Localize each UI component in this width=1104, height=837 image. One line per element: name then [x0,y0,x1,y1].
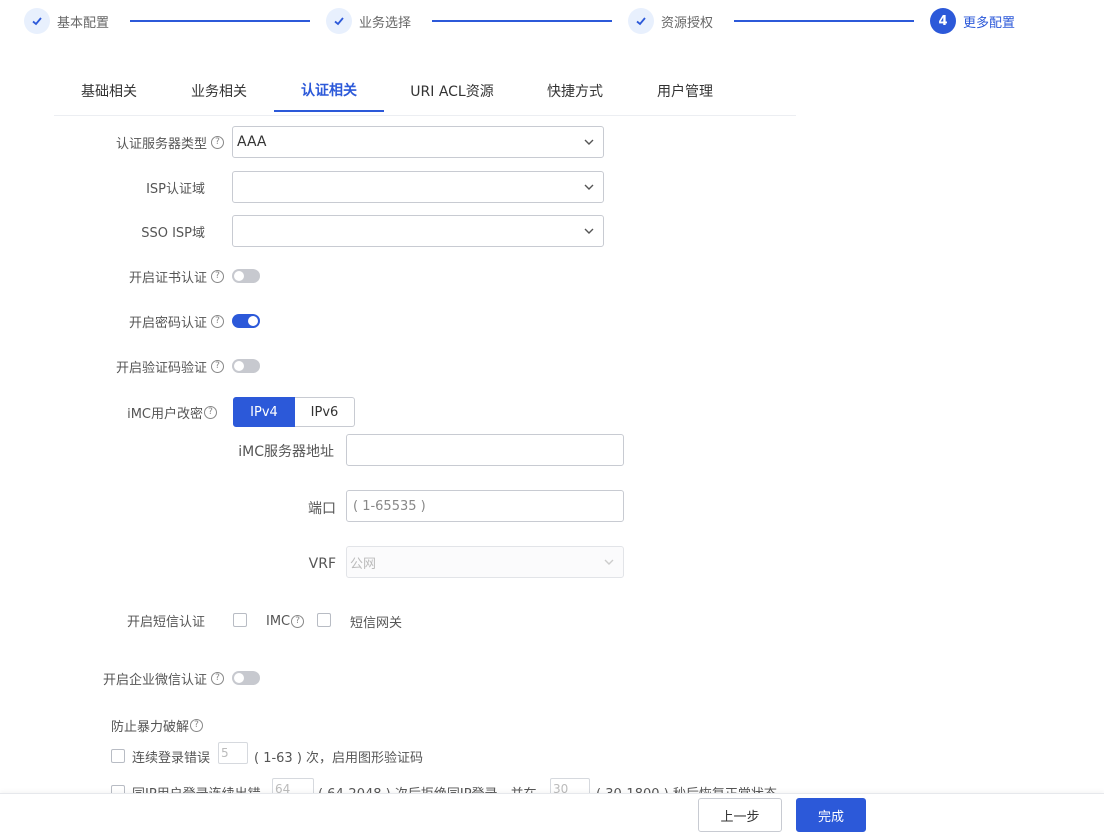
cert-auth-label: 开启证书认证 ? [60,265,224,287]
port-label: 端口 [308,501,336,517]
check-icon [628,8,654,34]
step-label: 基本配置 [57,15,110,31]
config-tabs: 基础相关 业务相关 认证相关 URI ACL资源 快捷方式 用户管理 [54,70,796,116]
wecom-auth-label: 开启企业微信认证 ? [40,667,224,689]
tab-auth[interactable]: 认证相关 [274,70,384,112]
toggle-knob [234,673,244,683]
sms-auth-label: 开启短信认证 [60,609,205,631]
footer-bar: 上一步 完成 [0,793,1104,837]
step-resource-auth[interactable]: 资源授权 [628,8,713,34]
imc-password-label: iMC用户改密 ? [60,401,217,423]
sso-isp-domain-label: SSO ISP域 [60,220,205,242]
ip-version-switch: IPv4 IPv6 [233,397,355,427]
toggle-knob [248,316,258,326]
label-text: 开启密码认证 [128,315,207,331]
password-auth-toggle[interactable] [232,314,260,328]
tab-uri-acl[interactable]: URI ACL资源 [404,70,500,112]
vrf-label: VRF [308,556,336,572]
help-icon[interactable]: ? [211,314,224,328]
isp-domain-label: ISP认证域 [60,176,205,198]
login-error-prefix: 连续登录错误 [132,750,211,766]
tab-shortcut[interactable]: 快捷方式 [534,70,616,112]
step-label: 业务选择 [359,15,412,31]
captcha-auth-label: 开启验证码验证 ? [60,355,224,377]
label-text: SSO ISP域 [141,225,205,241]
imc-option-label: IMC ? [266,611,305,631]
wecom-auth-toggle[interactable] [232,671,260,685]
chevron-down-icon [584,139,594,145]
brute-force-label: 防止暴力破解 ? [111,714,204,736]
cert-auth-toggle[interactable] [232,269,260,283]
label-text: iMC用户改密 [127,406,203,422]
label-text: IMC [266,613,291,629]
step-label: 资源授权 [661,15,714,31]
captcha-auth-toggle[interactable] [232,359,260,373]
step-service-select[interactable]: 业务选择 [326,8,411,34]
help-icon[interactable]: ? [204,405,217,419]
help-icon[interactable]: ? [211,135,224,149]
help-icon[interactable]: ? [211,671,224,685]
label-text: 防止暴力破解 [111,719,190,735]
ipv4-option[interactable]: IPv4 [233,397,295,427]
label-text: 开启短信认证 [126,614,205,630]
login-error-count-input[interactable]: 5 [218,742,248,764]
help-icon[interactable]: ? [190,718,204,732]
wizard-stepper: 基本配置 业务选择 资源授权 4 更多配置 [0,0,1104,42]
sms-gateway-checkbox[interactable] [317,613,331,627]
finish-button[interactable]: 完成 [796,798,866,832]
label-text: 开启证书认证 [128,270,207,286]
help-icon[interactable]: ? [291,614,305,628]
port-input[interactable] [346,490,624,522]
check-icon [24,8,50,34]
toggle-knob [234,271,244,281]
step-connector [734,20,914,22]
step-label: 更多配置 [963,15,1016,31]
label-text: 开启验证码验证 [115,360,207,376]
chevron-down-icon [604,559,614,565]
auth-server-type-label: 认证服务器类型 ? [60,131,224,153]
step-basic-config[interactable]: 基本配置 [24,8,109,34]
help-icon[interactable]: ? [211,269,224,283]
label-text: ISP认证域 [146,181,205,197]
step-connector [130,20,310,22]
password-auth-label: 开启密码认证 ? [60,310,224,332]
select-value: 公网 [350,556,377,572]
tab-service[interactable]: 业务相关 [178,70,260,112]
step-number: 4 [930,8,956,34]
step-connector [432,20,612,22]
toggle-knob [234,361,244,371]
chevron-down-icon [584,184,594,190]
vrf-select[interactable]: 公网 [346,546,624,578]
auth-server-type-select[interactable]: AAA [232,126,604,158]
previous-step-button[interactable]: 上一步 [698,798,782,832]
imc-server-input[interactable] [346,434,624,466]
select-value: AAA [237,134,267,150]
sms-gateway-label: 短信网关 [350,615,403,631]
label-text: 开启企业微信认证 [102,672,207,688]
check-icon [326,8,352,34]
ipv6-option[interactable]: IPv6 [295,397,355,427]
tab-user-mgmt[interactable]: 用户管理 [644,70,726,112]
help-icon[interactable]: ? [211,359,224,373]
sso-isp-domain-select[interactable] [232,215,604,247]
login-error-captcha-checkbox[interactable] [111,749,125,763]
isp-domain-select[interactable] [232,171,604,203]
label-text: 认证服务器类型 [115,136,207,152]
imc-checkbox[interactable] [233,613,247,627]
tab-basic[interactable]: 基础相关 [68,70,150,112]
chevron-down-icon [584,228,594,234]
login-error-suffix: ( 1-63 ) 次，启用图形验证码 [254,750,424,766]
imc-server-label: iMC服务器地址 [238,444,334,460]
step-more-config[interactable]: 4 更多配置 [930,8,1015,34]
